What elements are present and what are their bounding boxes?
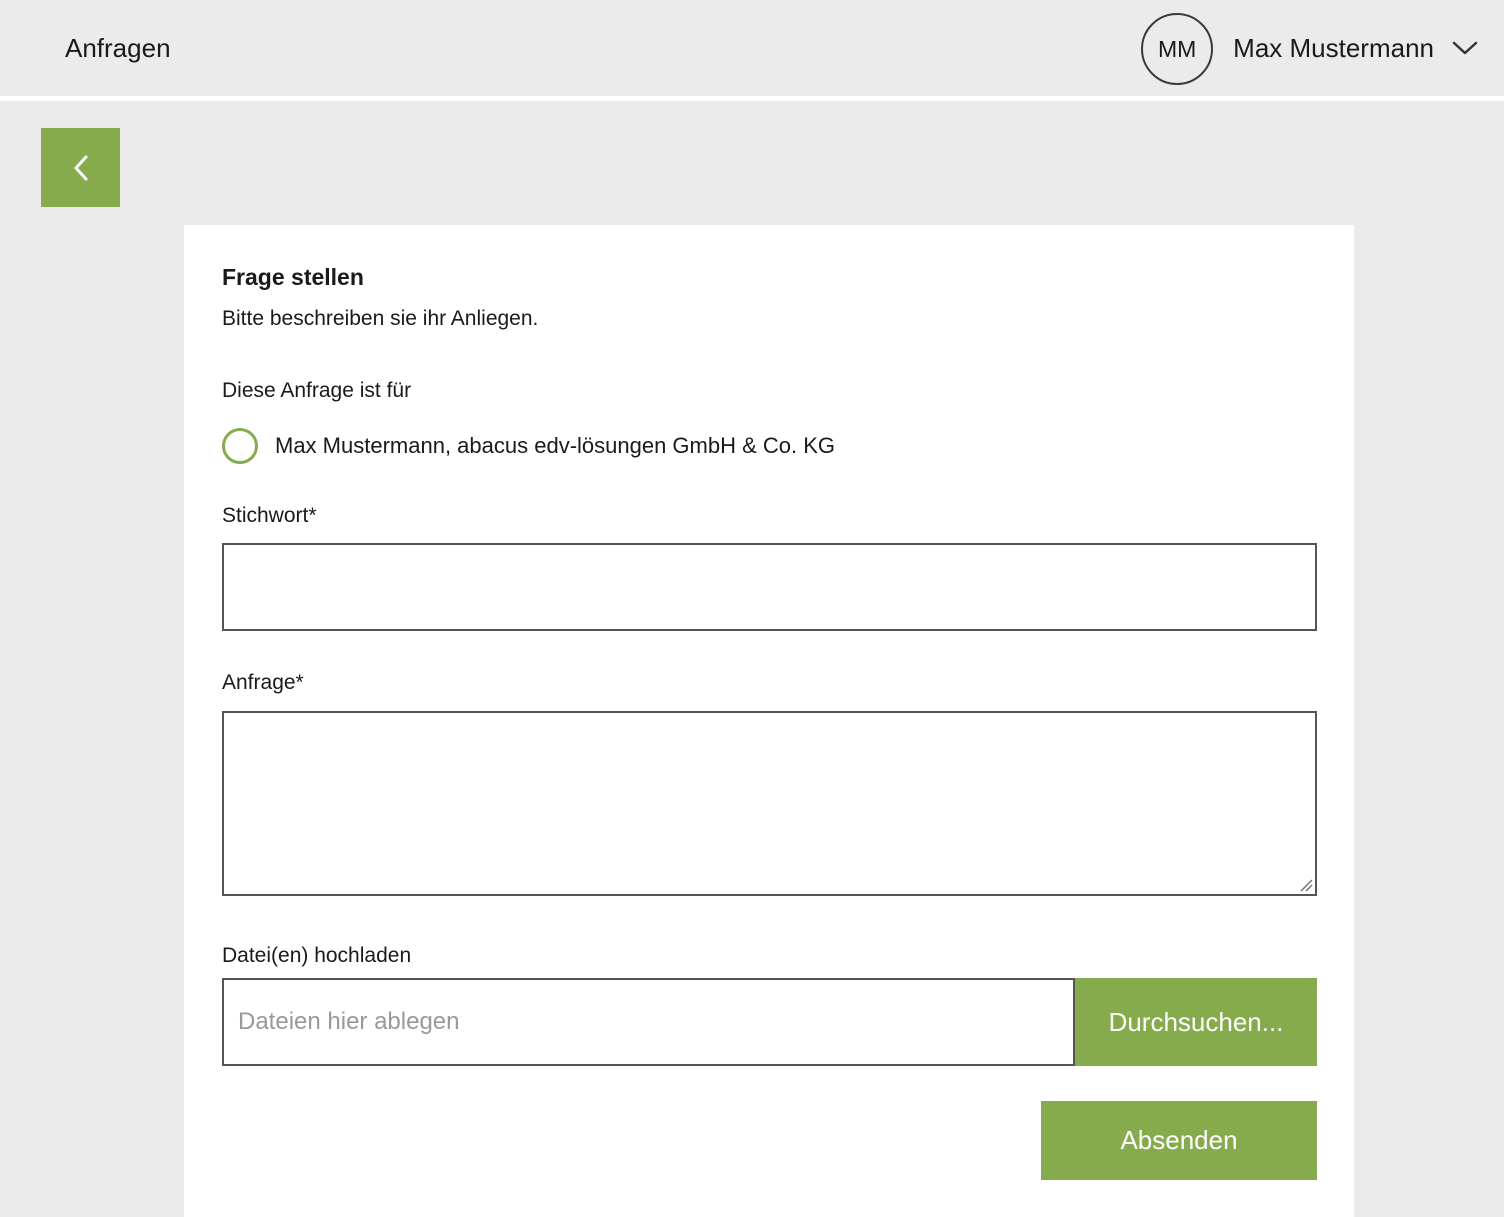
browse-button[interactable]: Durchsuchen... bbox=[1075, 978, 1317, 1066]
form-card: Frage stellen Bitte beschreiben sie ihr … bbox=[184, 225, 1354, 1217]
anfrage-label: Anfrage* bbox=[222, 671, 1317, 695]
submit-row: Absenden bbox=[222, 1101, 1317, 1180]
recipient-option-row[interactable]: Max Mustermann, abacus edv-lösungen GmbH… bbox=[222, 427, 1317, 464]
recipient-radio-label: Max Mustermann, abacus edv-lösungen GmbH… bbox=[275, 433, 835, 459]
upload-row: Durchsuchen... bbox=[222, 978, 1317, 1066]
upload-label: Datei(en) hochladen bbox=[222, 944, 1317, 968]
anfrage-textarea[interactable] bbox=[222, 711, 1317, 896]
recipient-radio[interactable] bbox=[222, 428, 258, 464]
back-button[interactable] bbox=[41, 128, 120, 207]
recipient-label: Diese Anfrage ist für bbox=[222, 378, 1317, 404]
anfrage-textarea-wrap bbox=[222, 711, 1317, 896]
stichwort-input[interactable] bbox=[222, 543, 1317, 631]
page-title: Anfragen bbox=[65, 33, 171, 64]
header-divider bbox=[0, 96, 1504, 101]
file-drop-input[interactable] bbox=[222, 978, 1075, 1066]
user-name: Max Mustermann bbox=[1233, 33, 1434, 64]
top-header: Anfragen MM Max Mustermann bbox=[0, 0, 1504, 96]
form-subtitle: Bitte beschreiben sie ihr Anliegen. bbox=[222, 306, 1317, 332]
user-menu[interactable]: MM Max Mustermann bbox=[1141, 11, 1478, 85]
stichwort-label: Stichwort* bbox=[222, 504, 1317, 528]
chevron-down-icon bbox=[1452, 41, 1478, 56]
avatar-initials: MM bbox=[1158, 36, 1196, 63]
chevron-left-icon bbox=[72, 154, 89, 182]
submit-button[interactable]: Absenden bbox=[1041, 1101, 1317, 1180]
avatar: MM bbox=[1141, 13, 1213, 85]
page: Anfragen MM Max Mustermann Frage stellen… bbox=[0, 0, 1504, 1217]
form-title: Frage stellen bbox=[222, 265, 1317, 289]
